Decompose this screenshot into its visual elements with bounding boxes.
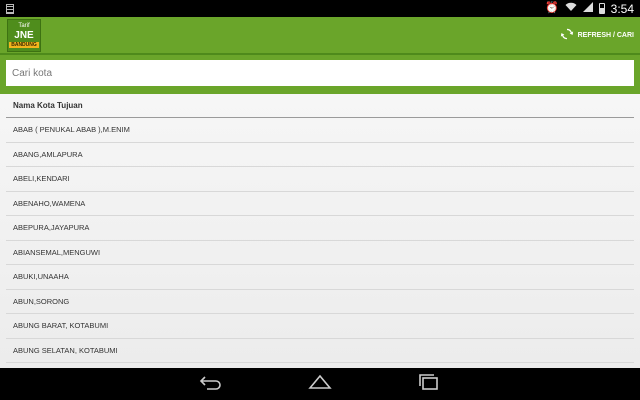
city-list[interactable]: Nama Kota Tujuan ABAB ( PENUKAL ABAB ),M…	[0, 94, 640, 368]
status-icons: ⏰ 3:54	[545, 2, 634, 16]
list-header: Nama Kota Tujuan	[6, 94, 634, 118]
alarm-icon: ⏰	[544, 2, 559, 14]
list-item[interactable]: ABUKI,UNAAHA	[6, 265, 634, 290]
app-bar: Tarif JNE BANDUNG REFRESH / CARI	[0, 17, 640, 55]
back-icon	[199, 374, 223, 395]
status-bar: ⏰ 3:54	[0, 0, 640, 17]
list-item[interactable]: ABAB ( PENUKAL ABAB ),M.ENIM	[6, 118, 634, 143]
notification-icon	[6, 3, 14, 14]
status-time: 3:54	[610, 1, 634, 16]
home-button[interactable]	[307, 374, 333, 395]
logo-line1: Tarif	[18, 22, 30, 29]
refresh-icon	[560, 27, 574, 43]
navigation-bar	[0, 368, 640, 400]
wifi-icon	[565, 2, 577, 15]
list-item[interactable]: ABANG,AMLAPURA	[6, 143, 634, 167]
refresh-label: REFRESH / CARI	[577, 31, 634, 39]
refresh-button[interactable]: REFRESH / CARI	[560, 27, 634, 43]
list-item[interactable]: ABUNG SELATAN, KOTABUMI	[6, 339, 634, 363]
recents-icon	[417, 373, 441, 395]
logo-line2: JNE	[14, 29, 34, 41]
home-icon	[308, 374, 332, 395]
search-bar	[0, 55, 640, 94]
list-item[interactable]: ABUNG BARAT, KOTABUMI	[6, 314, 634, 339]
search-input[interactable]	[6, 60, 634, 86]
list-item[interactable]: ABENAHO,WAMENA	[6, 192, 634, 216]
app-logo: Tarif JNE BANDUNG	[7, 18, 41, 52]
back-button[interactable]	[198, 375, 224, 393]
list-item[interactable]: ABIANSEMAL,MENGUWI	[6, 241, 634, 265]
list-item[interactable]: ABUN,SORONG	[6, 290, 634, 314]
signal-icon	[582, 2, 593, 15]
recents-button[interactable]	[416, 373, 442, 395]
logo-badge: BANDUNG	[9, 41, 39, 48]
battery-icon	[598, 3, 605, 14]
list-item[interactable]: ABELI,KENDARI	[6, 167, 634, 192]
list-item[interactable]: ABEPURA,JAYAPURA	[6, 216, 634, 241]
